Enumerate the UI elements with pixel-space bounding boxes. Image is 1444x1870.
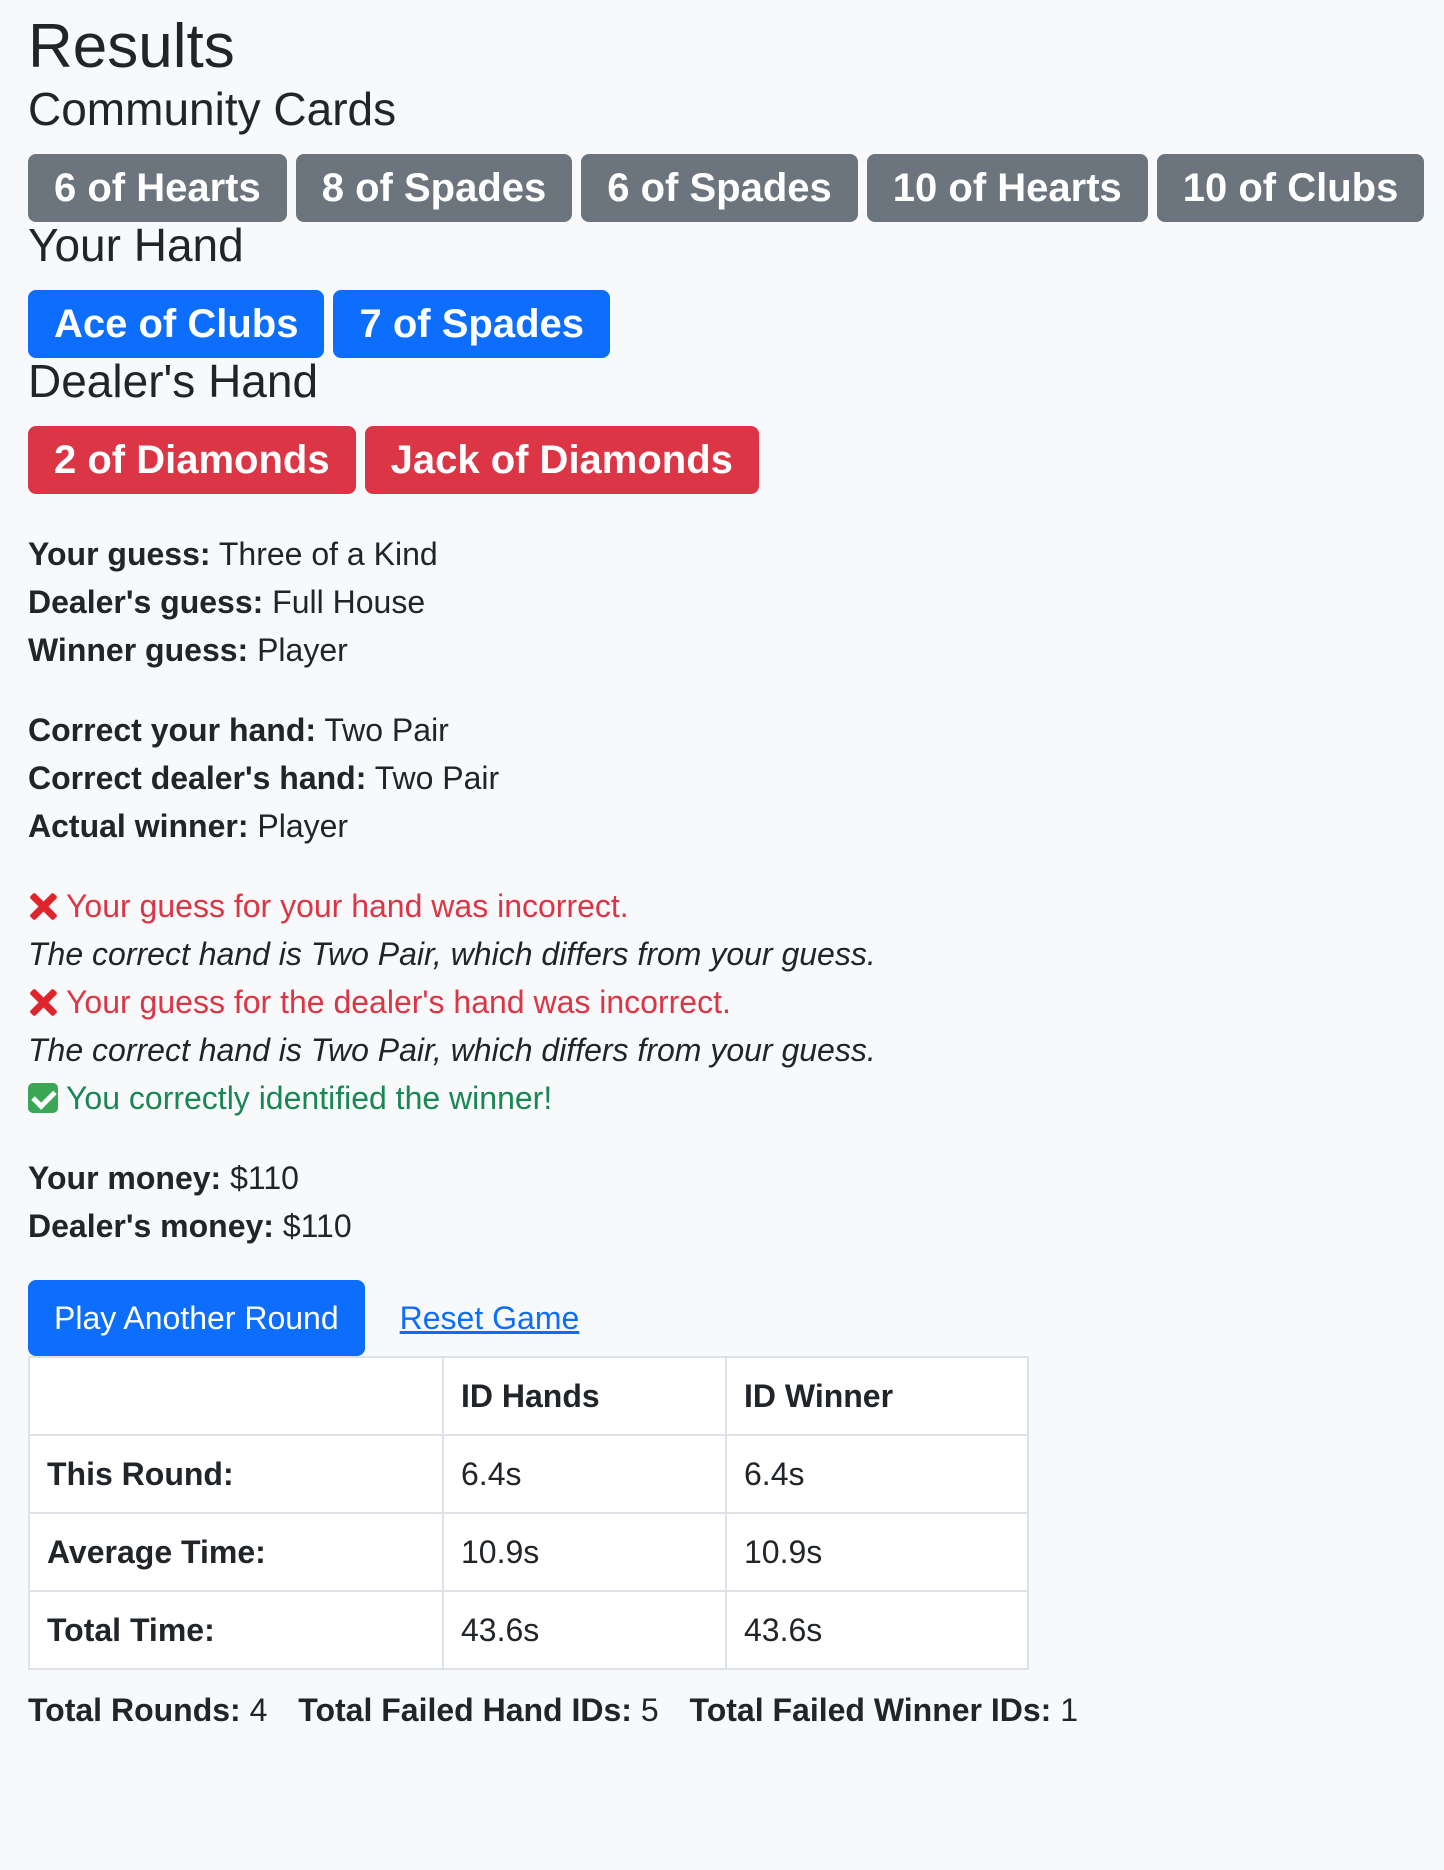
- total-failed-hand-ids-label: Total Failed Hand IDs:: [298, 1692, 632, 1728]
- money-block: Your money: $110 Dealer's money: $110: [28, 1154, 1444, 1250]
- dealer-hand-card: 2 of Diamonds: [28, 426, 356, 494]
- table-header-row: ID Hands ID Winner: [28, 1356, 1029, 1436]
- your-hand-heading: Your Hand: [28, 219, 244, 271]
- winner-feedback-text: You correctly identified the winner!: [66, 1080, 553, 1116]
- dealer-money-label: Dealer's money:: [28, 1208, 274, 1244]
- winner-guess-value: Player: [257, 632, 348, 668]
- winner-time: 6.4s: [725, 1434, 1029, 1514]
- row-label: Average Time:: [28, 1512, 444, 1592]
- total-failed-hand-ids-value: 5: [640, 1692, 659, 1728]
- results-page: Results Community Cards 6 of Hearts 8 of…: [0, 0, 1444, 1729]
- correct-answers-block: Correct your hand: Two Pair Correct deal…: [28, 706, 1444, 850]
- correct-dealer-hand-label: Correct dealer's hand:: [28, 760, 367, 796]
- your-hand-cards: Ace of Clubs 7 of Spades: [28, 290, 1444, 358]
- row-label: This Round:: [28, 1434, 444, 1514]
- total-rounds-label: Total Rounds:: [28, 1692, 241, 1728]
- total-failed-winner-ids-label: Total Failed Winner IDs:: [689, 1692, 1052, 1728]
- reset-game-link[interactable]: Reset Game: [400, 1300, 580, 1337]
- dealer-hand-heading: Dealer's Hand: [28, 355, 319, 407]
- dealer-guess-line: Dealer's guess: Full House: [28, 578, 1444, 626]
- community-cards-heading: Community Cards: [28, 83, 397, 135]
- actual-winner-line: Actual winner: Player: [28, 802, 1444, 850]
- hands-time: 6.4s: [442, 1434, 727, 1514]
- total-failed-hand-ids: Total Failed Hand IDs: 5: [298, 1692, 658, 1728]
- dealer-money-line: Dealer's money: $110: [28, 1202, 1444, 1250]
- correct-your-hand-value: Two Pair: [324, 712, 449, 748]
- table-header-empty: [28, 1356, 444, 1436]
- community-card: 8 of Spades: [295, 154, 573, 222]
- your-hand-feedback-text: Your guess for your hand was incorrect.: [66, 888, 629, 924]
- community-card: 10 of Hearts: [866, 154, 1148, 222]
- winner-time: 43.6s: [725, 1590, 1029, 1670]
- dealer-hand-card: Jack of Diamonds: [364, 426, 759, 494]
- winner-feedback: You correctly identified the winner!: [28, 1074, 1444, 1122]
- actual-winner-label: Actual winner:: [28, 808, 249, 844]
- timing-stats-table: ID Hands ID Winner This Round: 6.4s 6.4s…: [28, 1356, 1029, 1670]
- winner-guess-line: Winner guess: Player: [28, 626, 1444, 674]
- actions-bar: Play Another Round Reset Game: [28, 1280, 1444, 1356]
- your-hand-card: Ace of Clubs: [28, 290, 325, 358]
- check-mark-icon: [28, 1083, 58, 1113]
- table-row: Average Time: 10.9s 10.9s: [28, 1512, 1029, 1592]
- cross-mark-icon: [28, 987, 58, 1017]
- table-header-id-hands: ID Hands: [442, 1356, 727, 1436]
- total-failed-winner-ids: Total Failed Winner IDs: 1: [690, 1692, 1079, 1728]
- totals-summary: Total Rounds: 4 Total Failed Hand IDs: 5…: [28, 1692, 1444, 1729]
- cross-mark-icon: [28, 891, 58, 921]
- row-label: Total Time:: [28, 1590, 444, 1670]
- community-cards: 6 of Hearts 8 of Spades 6 of Spades 10 o…: [28, 154, 1444, 222]
- total-rounds: Total Rounds: 4: [28, 1692, 267, 1728]
- hands-time: 43.6s: [442, 1590, 727, 1670]
- winner-guess-label: Winner guess:: [28, 632, 249, 668]
- your-hand-feedback: Your guess for your hand was incorrect.: [28, 882, 1444, 930]
- hands-time: 10.9s: [442, 1512, 727, 1592]
- play-another-round-button[interactable]: Play Another Round: [28, 1280, 365, 1356]
- your-guess-value: Three of a Kind: [218, 536, 438, 572]
- correct-dealer-hand-value: Two Pair: [374, 760, 500, 796]
- dealer-hand-cards: 2 of Diamonds Jack of Diamonds: [28, 426, 1444, 494]
- community-card: 6 of Hearts: [28, 154, 287, 222]
- community-card: 6 of Spades: [581, 154, 858, 222]
- table-row: Total Time: 43.6s 43.6s: [28, 1590, 1029, 1670]
- table-header-id-winner: ID Winner: [725, 1356, 1029, 1436]
- total-rounds-value: 4: [249, 1692, 268, 1728]
- your-hand-explanation: The correct hand is Two Pair, which diff…: [28, 936, 876, 972]
- total-failed-winner-ids-value: 1: [1060, 1692, 1079, 1728]
- your-money-line: Your money: $110: [28, 1154, 1444, 1202]
- dealer-money-value: $110: [282, 1208, 352, 1244]
- table-row: This Round: 6.4s 6.4s: [28, 1434, 1029, 1514]
- dealer-hand-feedback-text: Your guess for the dealer's hand was inc…: [66, 984, 731, 1020]
- dealer-guess-value: Full House: [272, 584, 426, 620]
- feedback-block: Your guess for your hand was incorrect. …: [28, 882, 1444, 1122]
- your-money-label: Your money:: [28, 1160, 222, 1196]
- correct-your-hand-label: Correct your hand:: [28, 712, 317, 748]
- your-hand-card: 7 of Spades: [333, 290, 610, 358]
- dealer-hand-explanation: The correct hand is Two Pair, which diff…: [28, 1032, 876, 1068]
- guesses-block: Your guess: Three of a Kind Dealer's gue…: [28, 530, 1444, 674]
- your-guess-line: Your guess: Three of a Kind: [28, 530, 1444, 578]
- page-title: Results: [28, 12, 235, 81]
- your-guess-label: Your guess:: [28, 536, 211, 572]
- correct-your-hand-line: Correct your hand: Two Pair: [28, 706, 1444, 754]
- winner-time: 10.9s: [725, 1512, 1029, 1592]
- dealer-guess-label: Dealer's guess:: [28, 584, 264, 620]
- correct-dealer-hand-line: Correct dealer's hand: Two Pair: [28, 754, 1444, 802]
- your-money-value: $110: [230, 1160, 299, 1196]
- dealer-hand-feedback: Your guess for the dealer's hand was inc…: [28, 978, 1444, 1026]
- actual-winner-value: Player: [257, 808, 349, 844]
- community-card: 10 of Clubs: [1156, 154, 1425, 222]
